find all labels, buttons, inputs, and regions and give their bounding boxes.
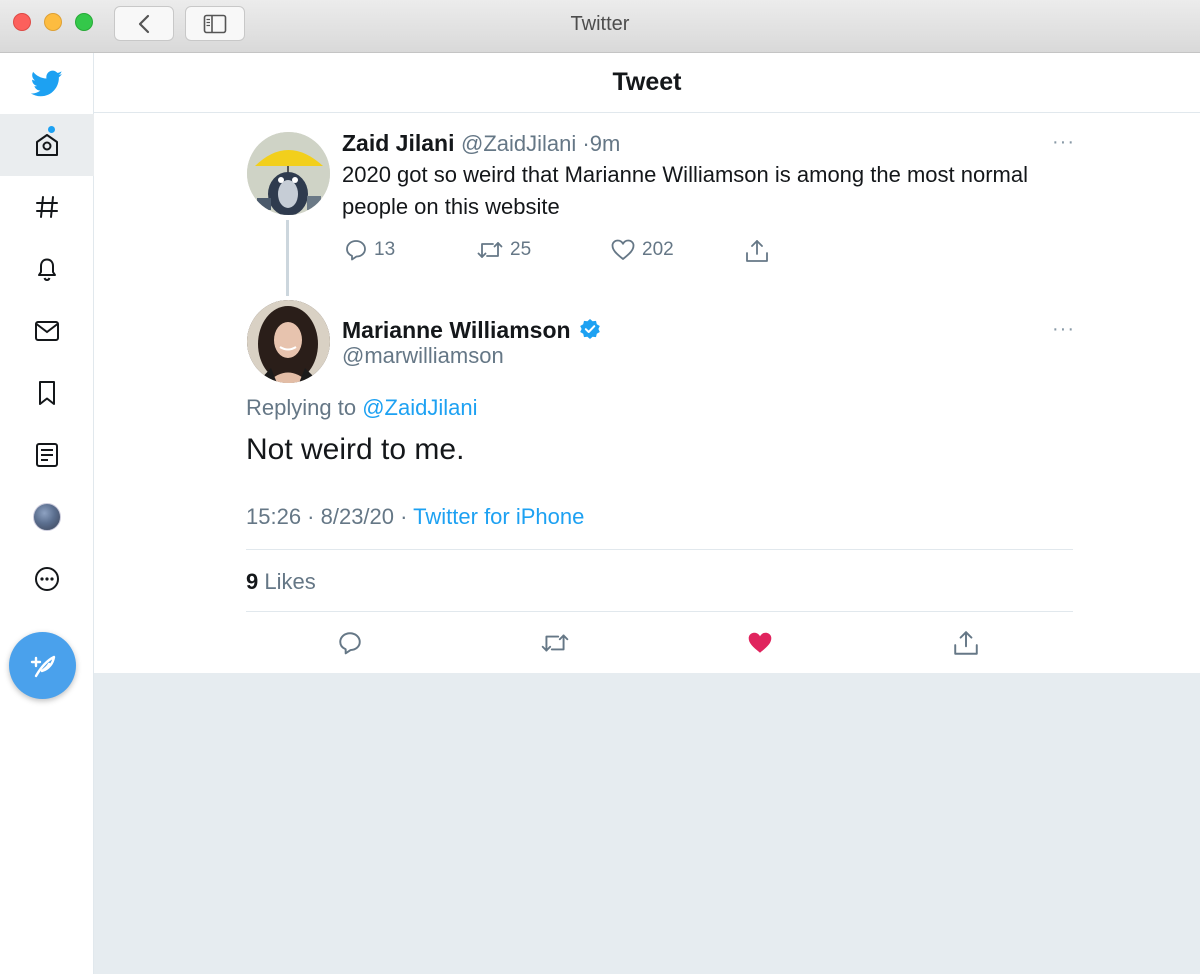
list-icon (36, 443, 58, 467)
reply-icon (346, 240, 366, 261)
sidebar-item-more[interactable] (0, 548, 94, 610)
replying-to-prefix: Replying to (246, 395, 357, 420)
tweet-more-button[interactable]: ··· (1052, 318, 1075, 341)
tweet-timestamp-row: 15:26 · 8/23/20 · Twitter for iPhone (246, 504, 584, 530)
sidebar-item-home[interactable] (0, 114, 94, 176)
sidebar (0, 53, 94, 974)
tweet-detail-panel: Tweet Zaid Jilani @ZaidJilani ·9m ··· 20… (94, 53, 1200, 673)
replying-to: Replying to @ZaidJilani (246, 395, 477, 421)
tweet-meta: @ZaidJilani ·9m (461, 131, 620, 157)
like-button[interactable] (740, 627, 780, 659)
heart-filled-icon (748, 632, 772, 653)
verified-badge-icon (580, 319, 600, 339)
sidebar-item-messages[interactable] (0, 300, 94, 362)
page-header: Tweet (94, 53, 1200, 113)
retweet-icon (541, 634, 569, 652)
page-title: Tweet (612, 68, 682, 96)
profile-avatar (33, 503, 61, 531)
likes-count: 9 (246, 569, 259, 594)
tweet-timestamp[interactable]: 15:26 · 8/23/20 · (246, 504, 407, 529)
reply-button[interactable]: 13 (344, 238, 395, 262)
author-name-text: Marianne Williamson (342, 317, 571, 343)
sidebar-item-bookmarks[interactable] (0, 362, 94, 424)
window-title: Twitter (570, 13, 630, 35)
more-icon (35, 567, 59, 591)
reply-count: 13 (374, 239, 396, 260)
notification-dot (48, 126, 55, 133)
tweet-time[interactable]: 9m (590, 131, 621, 156)
sidebar-item-explore[interactable] (0, 176, 94, 238)
sidebar-item-lists[interactable] (0, 424, 94, 486)
title-bar: Twitter (0, 0, 1200, 53)
replying-to-link[interactable]: @ZaidJilani (362, 395, 477, 420)
share-button[interactable] (946, 627, 986, 659)
reply-button[interactable] (330, 627, 370, 659)
tweet-more-button[interactable]: ··· (1052, 131, 1075, 154)
retweet-button[interactable]: 25 (476, 238, 531, 262)
divider (246, 611, 1073, 612)
avatar[interactable] (247, 300, 330, 383)
author-handle[interactable]: @ZaidJilani (461, 131, 576, 156)
twitter-logo-icon (31, 70, 63, 97)
marianne-avatar-image (247, 300, 330, 383)
share-icon (954, 631, 978, 655)
compose-icon (30, 655, 55, 677)
sidebar-item-profile[interactable] (0, 486, 94, 548)
divider (246, 549, 1073, 550)
author-handle[interactable]: @marwilliamson (342, 343, 504, 369)
meta-separator: · (582, 131, 590, 156)
author-name[interactable]: Marianne Williamson (342, 317, 601, 344)
bookmark-icon (39, 381, 55, 405)
share-button[interactable] (744, 238, 770, 264)
thread-connector (286, 220, 289, 296)
tweet-text: Not weird to me. (246, 433, 465, 466)
author-name[interactable]: Zaid Jilani (342, 130, 454, 157)
likes-label: Likes (264, 569, 316, 594)
likes-summary[interactable]: 9 Likes (246, 569, 316, 595)
retweet-icon (477, 242, 503, 258)
mail-icon (35, 321, 59, 341)
share-icon (746, 240, 768, 262)
retweet-count: 25 (510, 239, 532, 260)
avatar[interactable] (247, 132, 330, 215)
tweet-source-link[interactable]: Twitter for iPhone (413, 504, 584, 529)
heart-outline-icon (611, 239, 635, 260)
zaid-avatar-image (247, 132, 330, 215)
tweet-text: 2020 got so weird that Marianne Williams… (342, 162, 1028, 219)
bell-icon (38, 258, 56, 282)
like-count: 202 (642, 239, 674, 260)
sidebar-item-notifications[interactable] (0, 238, 94, 300)
hashtag-icon (36, 196, 58, 218)
home-icon (36, 134, 58, 156)
like-button[interactable]: 202 (610, 238, 674, 262)
sidebar-item-twitter-logo[interactable] (0, 53, 94, 115)
retweet-button[interactable] (535, 627, 575, 659)
reply-icon (339, 632, 361, 655)
compose-tweet-button[interactable] (9, 632, 76, 699)
